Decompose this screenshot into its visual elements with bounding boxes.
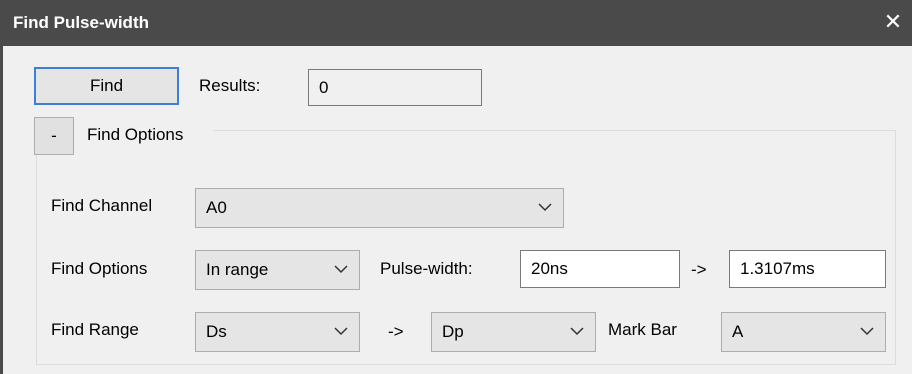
chevron-down-icon: [334, 327, 348, 336]
pulse-width-label: Pulse-width:: [380, 259, 473, 278]
chevron-down-icon: [860, 327, 874, 336]
find-range-from-select[interactable]: Ds: [195, 312, 360, 352]
results-label: Results:: [199, 76, 261, 95]
find-channel-label: Find Channel: [51, 196, 153, 215]
find-range-label: Find Range: [51, 320, 139, 339]
find-options-select[interactable]: In range: [195, 250, 360, 290]
find-options-group-title: Find Options: [87, 125, 184, 144]
find-options-label: Find Options: [51, 259, 148, 278]
pulse-width-arrow: ->: [691, 260, 707, 279]
find-pulse-width-dialog: Find Pulse-width ✕ Find Results: 0 - Fin…: [0, 0, 912, 374]
mark-bar-select[interactable]: A: [721, 312, 886, 352]
collapse-options-button[interactable]: -: [34, 117, 74, 155]
find-channel-value: A0: [206, 198, 227, 217]
chevron-down-icon: [570, 327, 584, 336]
pulse-width-max-input[interactable]: 1.3107ms: [729, 250, 886, 288]
find-channel-select[interactable]: A0: [195, 188, 564, 228]
find-range-to-value: Dp: [442, 322, 464, 341]
results-field: 0: [308, 69, 482, 106]
find-range-to-select[interactable]: Dp: [431, 312, 596, 352]
title-bar: Find Pulse-width ✕: [3, 0, 912, 46]
find-range-from-value: Ds: [206, 322, 227, 341]
pulse-width-min-input[interactable]: 20ns: [520, 250, 680, 288]
chevron-down-icon: [334, 265, 348, 274]
find-button[interactable]: Find: [34, 67, 179, 105]
find-range-arrow: ->: [388, 322, 404, 341]
find-options-value: In range: [206, 260, 269, 279]
mark-bar-value: A: [732, 322, 744, 341]
mark-bar-label: Mark Bar: [608, 320, 677, 339]
close-icon[interactable]: ✕: [880, 8, 906, 36]
dialog-title: Find Pulse-width: [13, 13, 149, 32]
chevron-down-icon: [538, 203, 552, 212]
